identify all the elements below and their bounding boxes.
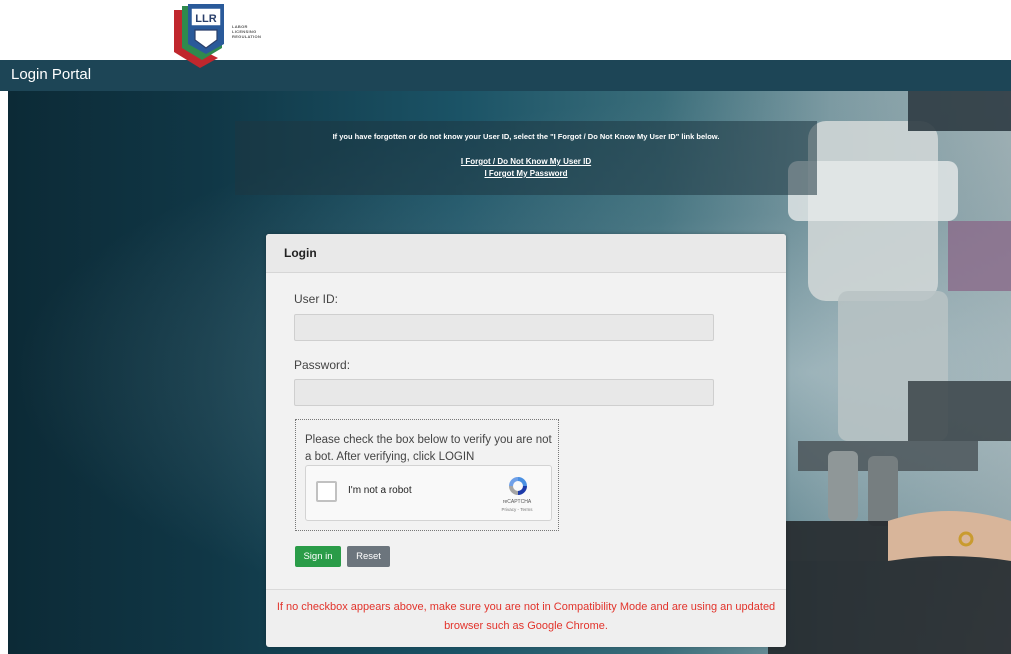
recaptcha-label: I'm not a robot	[348, 485, 412, 496]
top-header	[0, 0, 1011, 60]
recaptcha-widget: I'm not a robot reCAPTCHA Privacy - Term…	[305, 465, 552, 521]
llr-logo[interactable]: LLR LABOR LICENSING REGULATION	[170, 2, 290, 74]
llr-shield-icon: LLR	[174, 4, 224, 68]
reset-button[interactable]: Reset	[347, 546, 390, 567]
recaptcha-brand: reCAPTCHA	[502, 499, 532, 505]
login-card-header: Login	[266, 234, 786, 273]
recaptcha-terms[interactable]: Privacy - Terms	[484, 507, 550, 512]
forgot-userid-link[interactable]: I Forgot / Do Not Know My User ID	[235, 157, 817, 166]
captcha-instructions: Please check the box below to verify you…	[305, 434, 552, 463]
forgot-info-panel: If you have forgotten or do not know you…	[235, 121, 817, 195]
portal-title: Login Portal	[11, 66, 92, 83]
recaptcha-checkbox[interactable]	[316, 481, 337, 502]
recaptcha-icon	[509, 477, 527, 495]
login-card: Login User ID: Password: Please check th…	[266, 234, 786, 647]
compatibility-warning: If no checkbox appears above, make sure …	[276, 601, 776, 632]
userid-input[interactable]	[294, 314, 714, 341]
sign-in-button[interactable]: Sign in	[295, 546, 341, 567]
password-label: Password:	[294, 358, 351, 372]
captcha-section: Please check the box below to verify you…	[295, 419, 559, 531]
password-input[interactable]	[294, 379, 714, 406]
forgot-info-message: If you have forgotten or do not know you…	[332, 132, 720, 141]
userid-label: User ID:	[294, 292, 339, 306]
logo-subtitle-line: REGULATION	[232, 34, 262, 39]
logo-subtitle: LABOR LICENSING REGULATION	[232, 24, 261, 39]
portal-bar: Login Portal	[0, 60, 1011, 91]
forgot-password-link[interactable]: I Forgot My Password	[235, 169, 817, 178]
logo-text: LLR	[195, 13, 216, 25]
login-card-footer: If no checkbox appears above, make sure …	[266, 589, 786, 647]
login-title: Login	[284, 246, 317, 260]
